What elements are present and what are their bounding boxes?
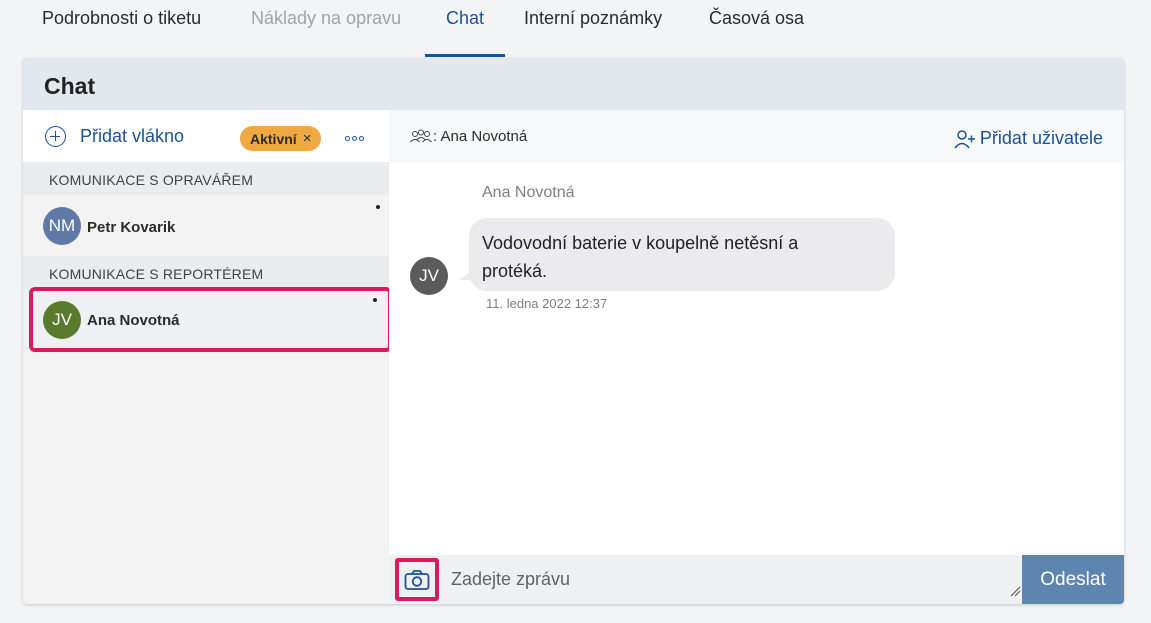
active-filter-label: Aktivní [250, 130, 297, 147]
group-label-repairer: KOMUNIKACE S OPRAVÁŘEM [23, 162, 389, 195]
selection-highlight [29, 287, 392, 352]
participants-label: : Ana Novotná [433, 128, 528, 145]
tab-bar: Podrobnosti o tiketu Náklady na opravu C… [0, 0, 1151, 58]
avatar: NM [43, 207, 81, 245]
thread-name: Petr Kovarik [87, 219, 176, 236]
avatar: JV [410, 257, 448, 295]
conversation-panel: : Ana Novotná Přidat uživatele Ana Novot… [389, 110, 1124, 604]
card-header: Chat [23, 58, 1124, 110]
message-text-line: Vodovodní baterie v koupelně netěsní a [482, 233, 799, 253]
send-button[interactable]: Odeslat [1022, 555, 1124, 604]
message-timestamp: 11. ledna 2022 12:37 [486, 296, 608, 311]
plus-circle-icon [45, 126, 66, 147]
message-bubble: Vodovodní baterie v koupelně netěsní a p… [469, 218, 895, 291]
tab-internal-notes[interactable]: Interní poznámky [524, 8, 662, 29]
message-author: Ana Novotná [482, 184, 575, 201]
card-title: Chat [44, 73, 96, 99]
add-users-label: Přidat uživatele [979, 128, 1103, 148]
resize-handle-icon[interactable] [1009, 585, 1021, 597]
add-users-button[interactable]: Přidat uživatele [954, 128, 1103, 149]
threads-toolbar: Přidat vlákno Aktivní × [23, 110, 389, 162]
active-filter-chip[interactable]: Aktivní × [240, 126, 322, 151]
threads-panel: Přidat vlákno Aktivní × KOMUNIKACE S OPR… [23, 110, 392, 604]
camera-highlight [395, 558, 439, 601]
close-icon[interactable]: × [303, 130, 312, 147]
group-label-reporter: KOMUNIKACE S REPORTÉREM [23, 256, 389, 289]
more-horizontal-icon[interactable] [345, 136, 364, 141]
tab-timeline[interactable]: Časová osa [709, 8, 804, 29]
chat-card: Chat Přidat vlákno Aktivní × KOMUNIKACE … [23, 58, 1124, 604]
add-user-icon [954, 129, 975, 148]
message-composer: Odeslat [389, 555, 1124, 604]
people-icon [410, 129, 432, 142]
tab-repair-costs[interactable]: Náklady na opravu [251, 8, 401, 29]
add-thread-button[interactable]: Přidat vlákno [45, 126, 184, 147]
conversation-toolbar: : Ana Novotná Přidat uživatele [389, 110, 1124, 162]
thread-item[interactable]: NM Petr Kovarik [23, 197, 389, 255]
tab-ticket-details[interactable]: Podrobnosti o tiketu [42, 8, 201, 29]
active-tab-indicator [425, 54, 505, 57]
add-thread-label: Přidat vlákno [80, 126, 185, 146]
unread-indicator [376, 205, 380, 209]
tab-chat[interactable]: Chat [446, 8, 484, 29]
message-text-line: protéká. [482, 261, 548, 281]
participants-info: : Ana Novotná [409, 128, 527, 145]
message-input[interactable] [451, 559, 1011, 599]
